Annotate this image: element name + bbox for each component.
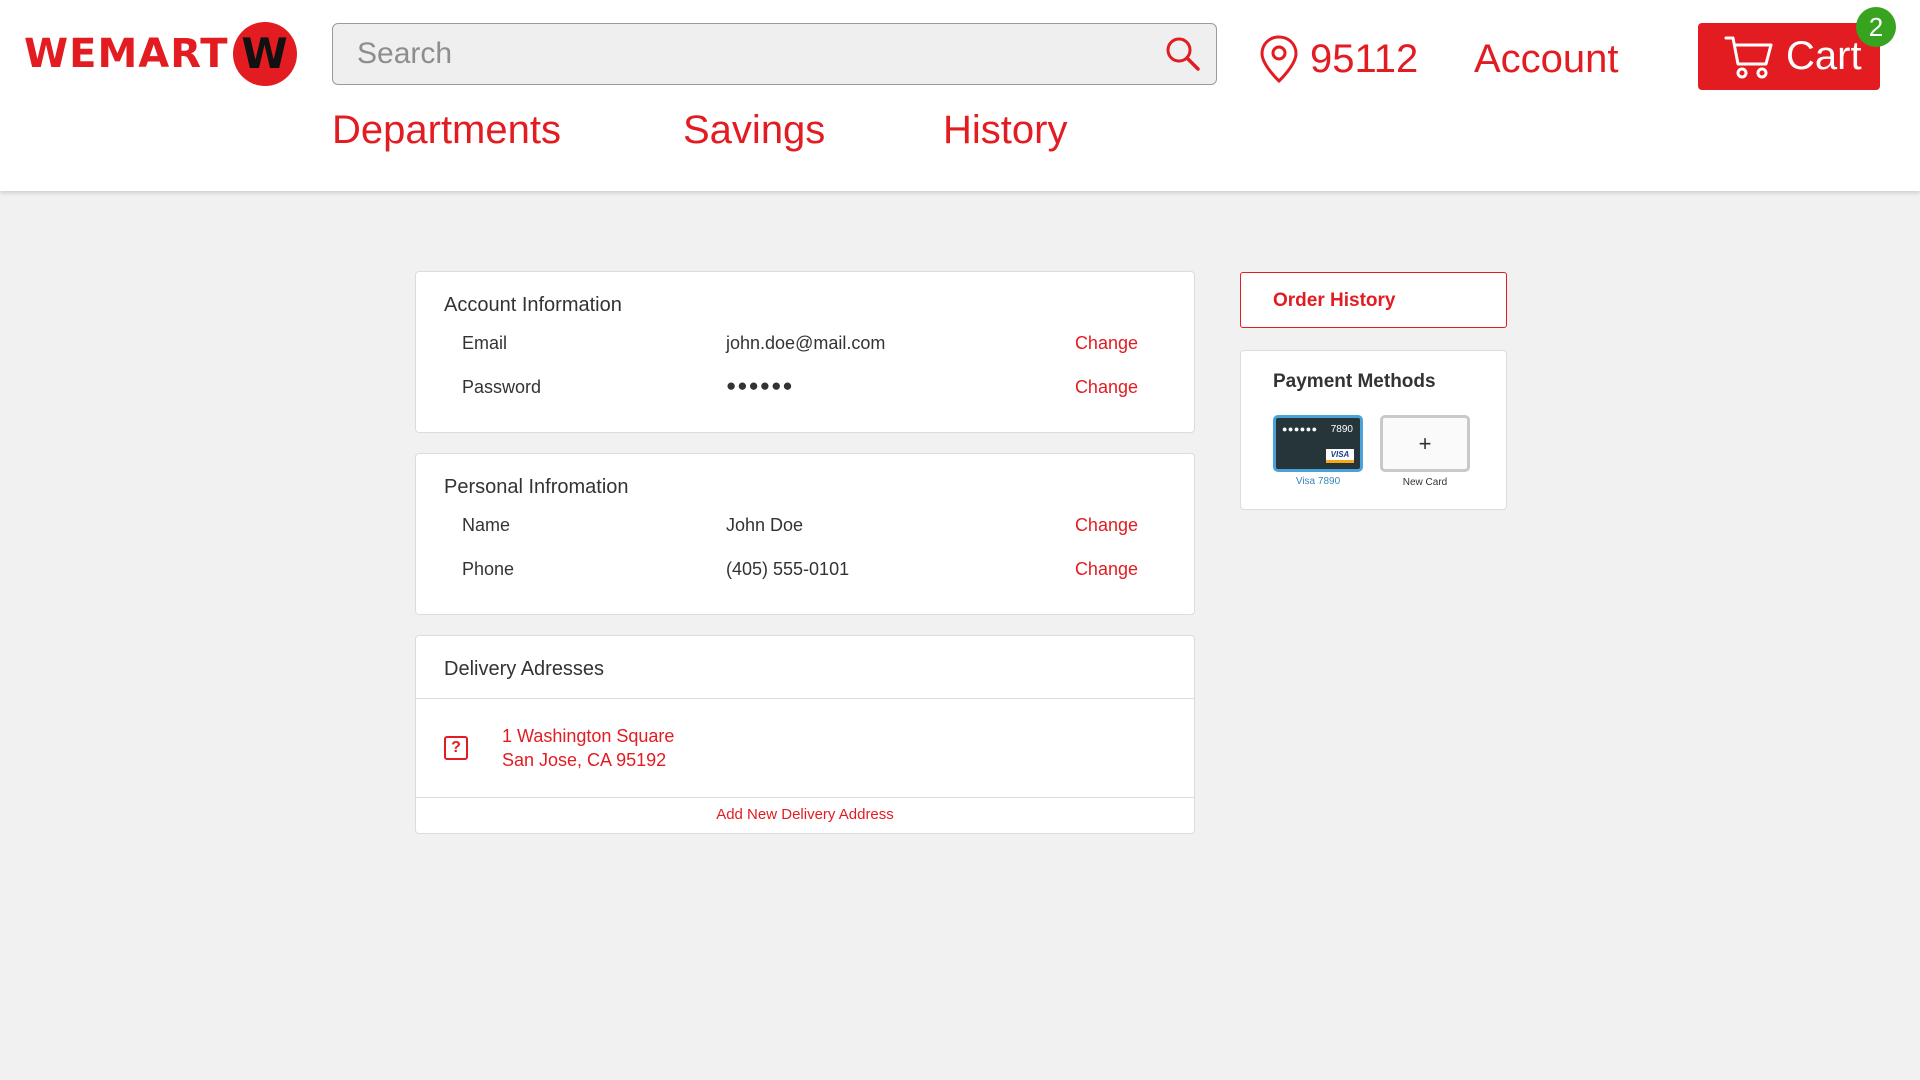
location-zip: 95112 — [1310, 37, 1419, 81]
visa-card-tile[interactable]: ●●●●●● 7890 VISA — [1273, 415, 1363, 472]
add-new-card-button[interactable]: + — [1380, 415, 1470, 472]
order-history-label: Order History — [1273, 290, 1396, 311]
personal-information-card: Personal Infromation Name John Doe Chang… — [415, 453, 1195, 615]
change-password-link[interactable]: Change — [1075, 377, 1138, 398]
nav-savings[interactable]: Savings — [683, 105, 825, 155]
change-name-link[interactable]: Change — [1075, 515, 1138, 536]
account-link[interactable]: Account — [1474, 34, 1619, 84]
change-email-link[interactable]: Change — [1075, 333, 1138, 354]
address-line-1[interactable]: 1 Washington Square — [502, 726, 674, 747]
card-masked-digits: ●●●●●● — [1282, 424, 1318, 434]
order-history-button[interactable]: Order History — [1240, 272, 1507, 328]
logo-text: WEMART — [24, 31, 229, 77]
location-selector[interactable]: 95112 — [1258, 34, 1418, 84]
search-bar — [332, 23, 1217, 85]
logo-badge-letter: W — [241, 29, 288, 78]
email-value: john.doe@mail.com — [726, 333, 886, 353]
delivery-addresses-card: Delivery Adresses ? 1 Washington Square … — [415, 635, 1195, 834]
header: WEMART W 95112 Account Cart 2 Department… — [0, 0, 1920, 191]
payment-methods-card: Payment Methods ●●●●●● 7890 VISA Visa 78… — [1240, 350, 1507, 510]
email-label: Email — [462, 333, 508, 353]
name-value: John Doe — [726, 515, 804, 535]
address-help-icon[interactable]: ? — [444, 736, 468, 760]
new-card-caption: New Card — [1402, 477, 1448, 488]
cart-button[interactable]: Cart — [1698, 23, 1880, 90]
phone-label: Phone — [462, 559, 515, 579]
logo-badge-icon: W — [232, 22, 297, 86]
nav-departments[interactable]: Departments — [332, 105, 561, 155]
account-information-card: Account Information Email john.doe@mail.… — [415, 271, 1195, 433]
visa-logo-icon: VISA — [1326, 449, 1354, 463]
address-line-2[interactable]: San Jose, CA 95192 — [502, 750, 666, 771]
password-label: Password — [462, 377, 542, 397]
payment-methods-title: Payment Methods — [1273, 371, 1436, 392]
phone-value: (405) 555-0101 — [726, 559, 850, 579]
add-delivery-address-button[interactable]: Add New Delivery Address — [416, 806, 1194, 823]
wemart-logo[interactable]: WEMART W — [24, 22, 297, 86]
name-label: Name — [462, 515, 511, 535]
search-icon[interactable] — [1164, 35, 1202, 73]
divider — [416, 797, 1194, 798]
card-title: Personal Infromation — [444, 476, 629, 498]
location-pin-icon — [1260, 35, 1298, 84]
card-title: Account Information — [444, 294, 622, 316]
card-last4: 7890 — [1330, 424, 1353, 435]
search-input[interactable] — [333, 25, 1133, 83]
cart-label: Cart — [1786, 34, 1862, 78]
visa-card-caption: Visa 7890 — [1295, 476, 1341, 487]
card-title: Delivery Adresses — [444, 658, 605, 680]
change-phone-link[interactable]: Change — [1075, 559, 1138, 580]
password-value: ●●●●●● — [726, 376, 794, 395]
cart-icon — [1724, 36, 1773, 78]
divider — [416, 698, 1194, 699]
nav-history[interactable]: History — [943, 105, 1067, 155]
cart-count-badge: 2 — [1856, 7, 1896, 47]
